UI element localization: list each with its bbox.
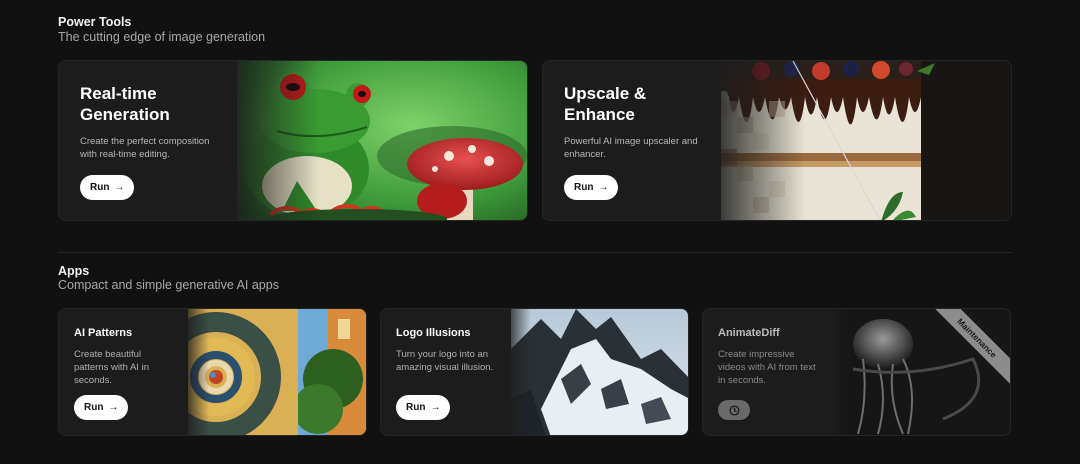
- section-divider: [58, 252, 1012, 253]
- run-label: Run: [406, 402, 426, 413]
- animatediff-desc-line1: Create impressive: [718, 349, 795, 360]
- maintenance-clock-button: [718, 400, 750, 420]
- ai-patterns-desc-line3: seconds.: [74, 375, 113, 386]
- apps-subtitle: Compact and simple generative AI apps: [58, 278, 279, 292]
- arrow-right-icon: →: [598, 182, 609, 193]
- upscale-title-line1: Upscale &: [564, 84, 647, 103]
- spiral-pattern-image: [188, 309, 366, 435]
- ai-patterns-desc-line2: patterns with AI in: [74, 362, 149, 373]
- realtime-title-line2: Generation: [80, 105, 170, 124]
- logo-illusions-desc-line2: amazing visual illusion.: [396, 362, 494, 373]
- clock-icon: [728, 404, 740, 416]
- upscale-run-button[interactable]: Run →: [564, 175, 619, 200]
- power-tools-title: Power Tools: [58, 15, 132, 29]
- ai-patterns-title: AI Patterns: [74, 327, 133, 339]
- upscale-title-line2: Enhance: [564, 105, 635, 124]
- logo-illusions-run-button[interactable]: Run →: [396, 395, 451, 420]
- realtime-generation-card[interactable]: Real-time Generation Create the perfect …: [58, 60, 528, 221]
- upscale-desc-line1: Powerful AI image upscaler and: [564, 136, 698, 147]
- ai-patterns-card[interactable]: AI Patterns Create beautiful patterns wi…: [58, 308, 367, 436]
- logo-illusions-desc-line1: Turn your logo into an: [396, 349, 489, 360]
- ai-patterns-desc-line1: Create beautiful: [74, 349, 142, 360]
- logo-illusions-card[interactable]: Logo Illusions Turn your logo into an am…: [380, 308, 689, 436]
- apps-title: Apps: [58, 264, 90, 278]
- realtime-title-line1: Real-time: [80, 84, 157, 103]
- jellyfish-image: [833, 309, 1010, 435]
- realtime-desc-line2: with real-time editing.: [80, 149, 170, 160]
- realtime-run-button[interactable]: Run →: [80, 175, 135, 200]
- animatediff-card: AnimateDiff Create impressive videos wit…: [702, 308, 1011, 436]
- mountain-image: [511, 309, 688, 435]
- upscale-enhance-card[interactable]: Upscale & Enhance Powerful AI image upsc…: [542, 60, 1012, 221]
- ai-patterns-run-button[interactable]: Run →: [74, 395, 129, 420]
- run-label: Run: [574, 182, 594, 193]
- animatediff-title: AnimateDiff: [718, 327, 780, 339]
- animatediff-desc-line3: in seconds.: [718, 375, 767, 386]
- arrow-right-icon: →: [430, 402, 441, 413]
- upscale-desc-line2: enhancer.: [564, 149, 606, 160]
- power-tools-subtitle: The cutting edge of image generation: [58, 30, 266, 44]
- run-label: Run: [90, 182, 110, 193]
- animatediff-desc-line2: videos with AI from text: [718, 362, 816, 373]
- realtime-desc-line1: Create the perfect composition: [80, 136, 210, 147]
- run-label: Run: [84, 402, 104, 413]
- arrow-right-icon: →: [108, 402, 119, 413]
- arrow-right-icon: →: [114, 182, 125, 193]
- logo-illusions-title: Logo Illusions: [396, 327, 471, 339]
